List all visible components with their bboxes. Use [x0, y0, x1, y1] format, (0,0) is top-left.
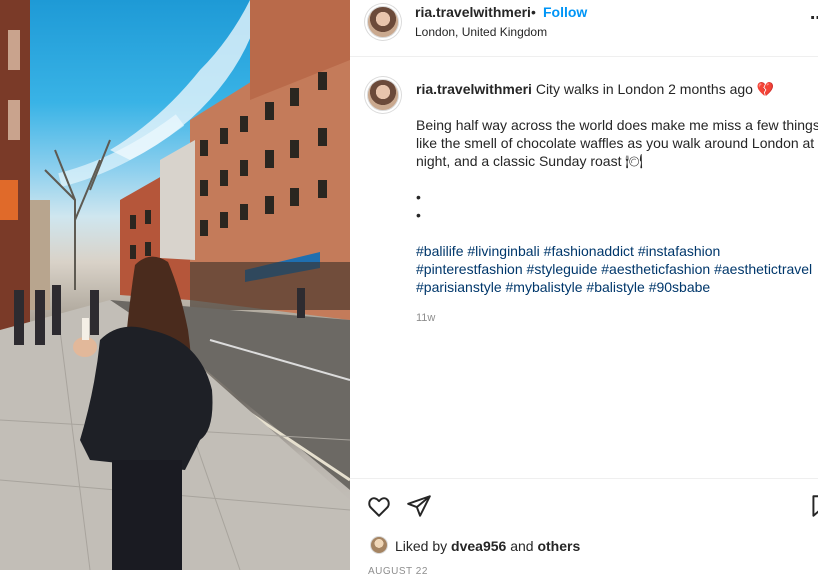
hashtag-link[interactable]: #instafashion: [638, 243, 721, 259]
post-details-panel: ria.travelwithmeri • Follow London, Unit…: [350, 0, 818, 577]
author-username[interactable]: ria.travelwithmeri: [415, 4, 531, 20]
hashtag-line: #pinterestfashion #styleguide #aesthetic…: [416, 260, 818, 278]
hashtag-line: #parisianstyle #mybalistyle #balistyle #…: [416, 278, 818, 296]
liked-prefix: Liked by: [395, 538, 448, 554]
broken-heart-emoji: 💔: [756, 81, 775, 97]
post-caption: ria.travelwithmeri City walks in London …: [416, 80, 818, 296]
street-scene: [0, 0, 350, 570]
post-photo[interactable]: [0, 0, 350, 570]
caption-bullet: •: [416, 189, 421, 205]
caption-bullet: •: [416, 207, 421, 223]
liked-others-link[interactable]: others: [537, 538, 580, 554]
hashtag-link[interactable]: #aesthetictravel: [714, 261, 812, 277]
post-location[interactable]: London, United Kingdom: [415, 25, 547, 39]
hashtag-link[interactable]: #90sbabe: [649, 279, 711, 295]
header-separator: •: [531, 4, 536, 20]
share-icon[interactable]: [406, 493, 432, 519]
heart-icon[interactable]: [366, 493, 392, 519]
caption-author-avatar[interactable]: [367, 79, 399, 111]
caption-username[interactable]: ria.travelwithmeri: [416, 81, 532, 97]
hashtag-link[interactable]: #mybalistyle: [506, 279, 583, 295]
hashtag-link[interactable]: #styleguide: [527, 261, 598, 277]
likes-summary: Liked by dvea956 and others: [395, 538, 580, 554]
follow-button[interactable]: Follow: [543, 4, 587, 20]
post-header: ria.travelwithmeri • Follow London, Unit…: [350, 0, 818, 57]
hashtag-line: #balilife #livinginbali #fashionaddict #…: [416, 242, 818, 260]
caption-body-line: Being half way across the world does mak…: [416, 117, 818, 133]
caption-first-line: ria.travelwithmeri City walks in London …: [416, 80, 818, 98]
liked-user-link[interactable]: dvea956: [451, 538, 506, 554]
hashtag-link[interactable]: #livinginbali: [467, 243, 539, 259]
hashtag-link[interactable]: #aestheticfashion: [601, 261, 710, 277]
caption-body-line: night, and a classic Sunday roast 🍽: [416, 153, 644, 169]
bookmark-icon[interactable]: [808, 493, 818, 519]
caption-timestamp[interactable]: 11w: [416, 312, 435, 324]
author-avatar[interactable]: [367, 6, 399, 38]
liker-avatar[interactable]: [370, 536, 388, 554]
hashtag-link[interactable]: #balistyle: [586, 279, 644, 295]
caption-body-line: like the smell of chocolate waffles as y…: [416, 135, 815, 151]
hashtag-link[interactable]: #balilife: [416, 243, 463, 259]
hashtag-link[interactable]: #fashionaddict: [544, 243, 634, 259]
caption-title: City walks in London 2 months ago: [535, 81, 753, 97]
post-date: AUGUST 22: [368, 566, 428, 577]
post-actions-bar: Liked by dvea956 and others AUGUST 22: [350, 478, 818, 577]
more-options-icon[interactable]: ⋯: [810, 8, 818, 28]
hashtag-link[interactable]: #pinterestfashion: [416, 261, 523, 277]
hashtag-link[interactable]: #parisianstyle: [416, 279, 502, 295]
liked-conjunction: and: [510, 538, 534, 554]
